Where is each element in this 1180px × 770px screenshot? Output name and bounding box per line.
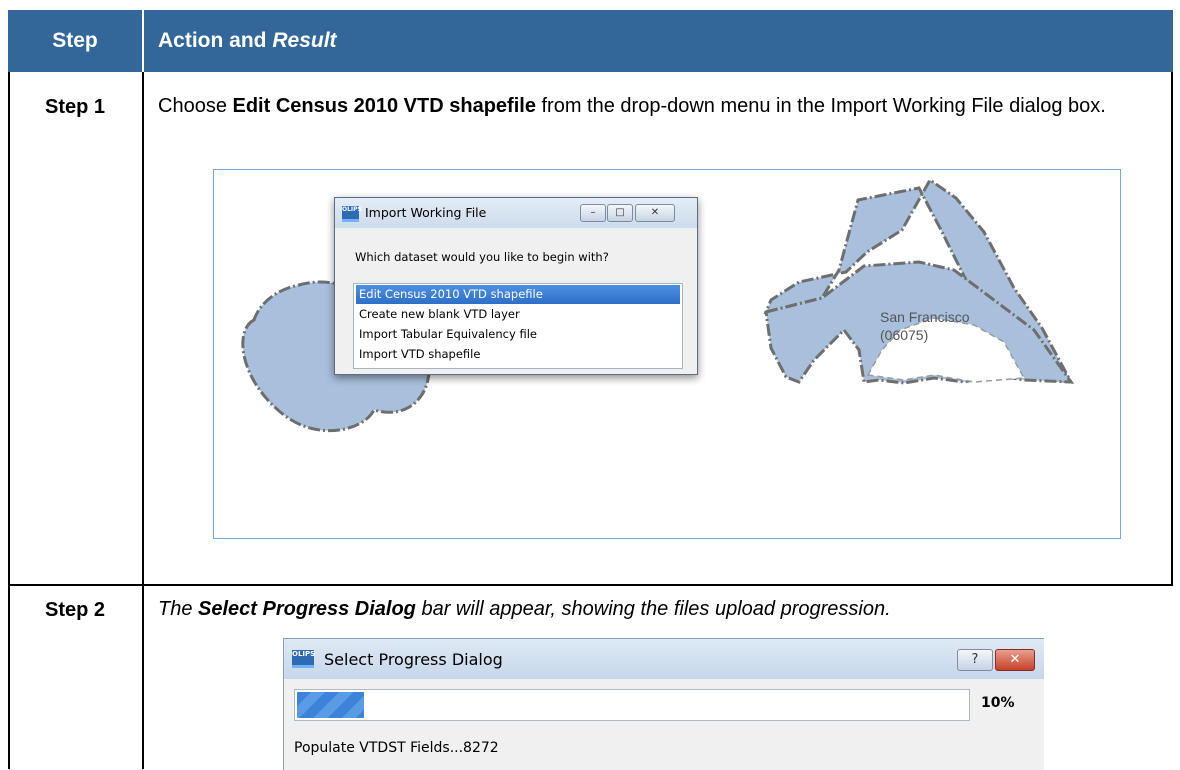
option-import-vtd-shapefile[interactable]: Import VTD shapefile: [356, 345, 680, 364]
step1-text: Choose Edit Census 2010 VTD shapefile fr…: [158, 93, 1148, 119]
progress-percent: 10%: [981, 695, 1015, 711]
header-action-italic: Result: [272, 29, 337, 52]
option-create-blank-vtd[interactable]: Create new blank VTD layer: [356, 305, 680, 324]
header-divider: [142, 10, 144, 72]
help-button[interactable]: ?: [957, 649, 993, 671]
sf-label-code: (06075): [880, 327, 928, 343]
step1-screenshot: San Francisco (06075) OLIPS Import Worki…: [213, 169, 1121, 539]
dataset-dropdown-list[interactable]: Edit Census 2010 VTD shapefile Create ne…: [353, 283, 683, 369]
header-action: Action and Result: [158, 10, 337, 72]
import-dialog-title: Import Working File: [365, 205, 487, 220]
minimize-button[interactable]: –: [580, 204, 606, 222]
option-import-tabular-equivalency[interactable]: Import Tabular Equivalency file: [356, 325, 680, 344]
step2-text-after: bar will appear, showing the files uploa…: [415, 598, 891, 620]
grid-mid: [142, 72, 144, 769]
close-button[interactable]: ✕: [995, 649, 1035, 671]
progress-dialog-title: Select Progress Dialog: [324, 650, 503, 669]
progress-bar: [294, 689, 970, 721]
step1-text-before: Choose: [158, 95, 233, 117]
olips-app-icon: OLIPS: [342, 206, 362, 222]
step2-label: Step 2: [44, 599, 106, 621]
grid-row-divider: [8, 584, 1173, 586]
progress-status-text: Populate VTDST Fields...8272: [294, 740, 499, 756]
import-dialog-titlebar: OLIPS Import Working File – □ ✕: [335, 198, 697, 228]
olips-app-icon: OLIPS: [292, 650, 315, 668]
option-edit-census-vtd[interactable]: Edit Census 2010 VTD shapefile: [356, 285, 680, 304]
table-header: Step Action and Result: [8, 10, 1173, 72]
header-action-prefix: Action and: [158, 29, 273, 52]
import-working-file-dialog: OLIPS Import Working File – □ ✕ Which da…: [334, 197, 698, 375]
close-button[interactable]: ✕: [635, 204, 675, 222]
import-dialog-question: Which dataset would you like to begin wi…: [355, 250, 609, 264]
step1-label: Step 1: [44, 96, 106, 118]
progress-dialog-titlebar: OLIPS Select Progress Dialog ? ✕: [284, 639, 1044, 679]
step2-text-bold: Select Progress Dialog: [198, 598, 416, 620]
progress-dialog: OLIPS Select Progress Dialog ? ✕ 10% Pop…: [283, 638, 1044, 770]
grid-right: [1171, 72, 1173, 586]
sf-label-name: San Francisco: [880, 309, 970, 325]
progress-bar-fill: [297, 692, 364, 718]
grid-left: [8, 72, 10, 769]
step1-text-after: from the drop-down menu in the Import Wo…: [535, 95, 1106, 117]
step2-text-before: The: [158, 598, 199, 620]
maximize-button[interactable]: □: [607, 204, 633, 222]
step1-text-bold: Edit Census 2010 VTD shapefile: [232, 95, 536, 117]
header-step: Step: [52, 29, 98, 52]
step2-text: The Select Progress Dialog bar will appe…: [158, 596, 1168, 622]
